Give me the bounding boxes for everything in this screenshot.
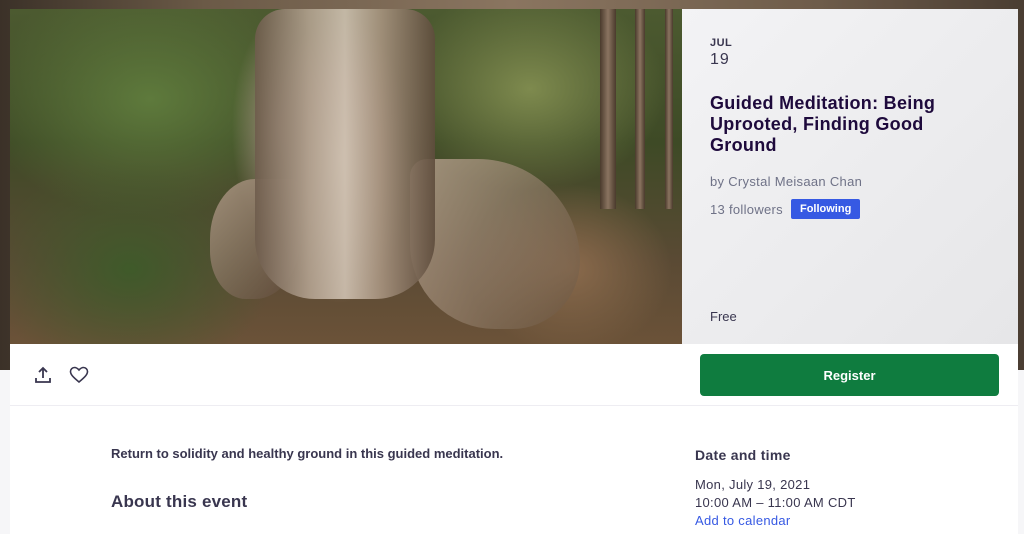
event-time: 10:00 AM – 11:00 AM CDT	[695, 495, 856, 510]
action-bar: Register	[10, 344, 1018, 406]
share-button[interactable]	[32, 364, 54, 386]
heart-icon	[69, 366, 89, 384]
background-tree	[635, 9, 645, 209]
following-button[interactable]: Following	[790, 199, 861, 219]
register-button[interactable]: Register	[700, 354, 999, 396]
organizer-name[interactable]: by Crystal Meisaan Chan	[710, 174, 990, 189]
date-time-heading: Date and time	[695, 447, 791, 463]
background-tree	[600, 9, 616, 209]
about-event-heading: About this event	[111, 492, 248, 511]
event-date-day: 19	[710, 51, 730, 68]
followers-row: 13 followers Following	[710, 199, 990, 219]
event-date-month: JUL	[710, 37, 733, 49]
follower-count: 13 followers	[710, 201, 783, 217]
event-price: Free	[710, 309, 737, 324]
background-tree	[665, 9, 673, 209]
share-icon	[35, 366, 51, 383]
event-header-panel: JUL 19 Guided Meditation: Being Uprooted…	[682, 9, 1018, 344]
like-button[interactable]	[68, 364, 90, 386]
event-title: Guided Meditation: Being Uprooted, Findi…	[710, 93, 936, 155]
event-hero-image	[10, 9, 682, 344]
add-to-calendar-link[interactable]: Add to calendar	[695, 513, 791, 528]
tree-root-right	[410, 159, 580, 329]
tree-trunk	[255, 9, 435, 299]
event-date: Mon, July 19, 2021	[695, 477, 811, 492]
event-summary: Return to solidity and healthy ground in…	[111, 446, 504, 461]
